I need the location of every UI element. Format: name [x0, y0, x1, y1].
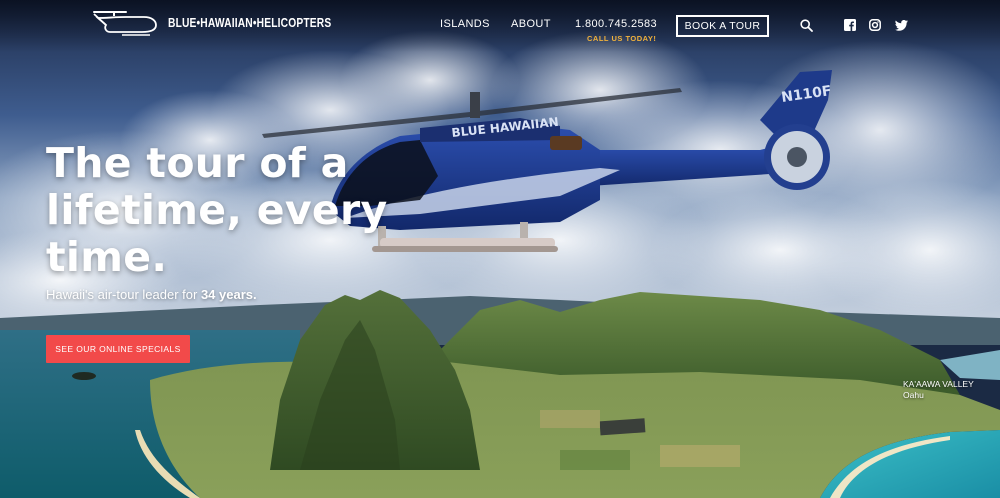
helicopter-logo-icon — [93, 11, 157, 36]
hero-subheadline: Hawaii's air-tour leader for 34 years. — [46, 287, 257, 302]
search-icon[interactable] — [799, 18, 813, 32]
location-name: KA'AAWA VALLEY — [903, 379, 974, 389]
hero-sub-years: 34 years. — [200, 287, 257, 302]
nav-about[interactable]: ABOUT — [511, 18, 551, 30]
logo-wordmark: BLUE•HAWAIIAN•HELICOPTERS — [168, 16, 332, 30]
phone-link[interactable]: 1.800.745.2583 — [575, 18, 657, 30]
instagram-icon[interactable] — [868, 18, 882, 32]
location-region: Oahu — [903, 390, 924, 400]
hero-sub-text: Hawaii's air-tour leader for — [46, 287, 201, 302]
online-specials-button[interactable]: SEE OUR ONLINE SPECIALS — [46, 335, 190, 363]
location-caption: KA'AAWA VALLEY Oahu — [903, 379, 974, 401]
twitter-icon[interactable] — [894, 18, 908, 32]
nav-islands[interactable]: ISLANDS — [440, 18, 490, 30]
facebook-icon[interactable] — [843, 18, 857, 32]
book-a-tour-button[interactable]: BOOK A TOUR — [676, 15, 769, 37]
hero-headline: The tour of a lifetime, every time. — [46, 139, 388, 281]
phone-note: CALL US TODAY! — [587, 34, 657, 43]
logo-link[interactable]: BLUE•HAWAIIAN•HELICOPTERS — [92, 8, 367, 36]
top-navigation: BLUE•HAWAIIAN•HELICOPTERS ISLANDS ABOUT … — [0, 0, 1000, 52]
